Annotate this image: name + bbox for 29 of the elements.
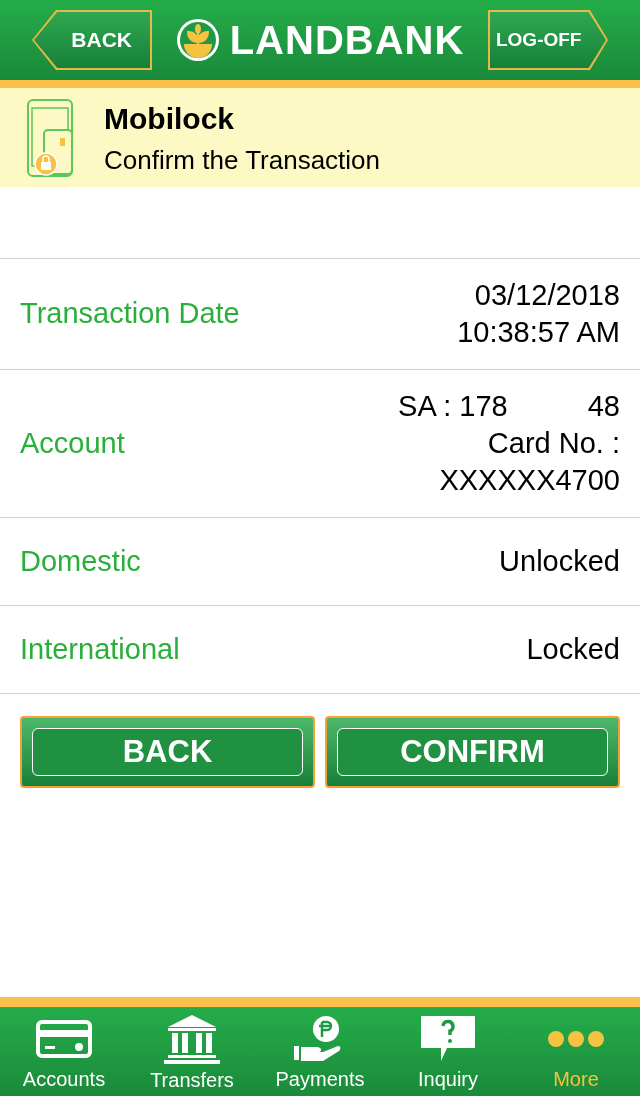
phone-lock-icon bbox=[26, 97, 76, 178]
field-value: Card No. : bbox=[487, 426, 620, 461]
logo-icon bbox=[175, 18, 220, 62]
bank-icon bbox=[164, 1013, 220, 1065]
action-button[interactable]: CONFIRM bbox=[325, 716, 620, 788]
nav-tab[interactable]: Payments bbox=[256, 1007, 384, 1096]
more-icon bbox=[548, 1029, 604, 1048]
field-label: International bbox=[20, 631, 180, 667]
field-value: Unlocked bbox=[499, 544, 620, 579]
field-label: Transaction Date bbox=[20, 296, 240, 332]
field-value: 10:38:57 AM bbox=[457, 315, 620, 350]
banner-subtitle: Confirm the Transaction bbox=[104, 143, 380, 177]
field-label: Domestic bbox=[20, 543, 141, 579]
action-button[interactable]: BACK bbox=[20, 716, 315, 788]
field-value: 03/12/2018 bbox=[474, 278, 620, 313]
logo-text: LANDBANK bbox=[229, 17, 465, 64]
card-icon bbox=[35, 1018, 93, 1059]
field-label: Account bbox=[20, 425, 125, 461]
nav-tab[interactable]: Transfers bbox=[128, 1007, 256, 1096]
log-off-button[interactable]: LOG-OFF bbox=[488, 10, 608, 70]
field-value: 48 bbox=[587, 389, 620, 424]
field-value: SA : 178 bbox=[398, 389, 508, 424]
field-value: XXXXXX4700 bbox=[439, 463, 620, 498]
banner-title: Mobilock bbox=[104, 100, 235, 137]
nav-tab[interactable]: Inquiry bbox=[384, 1007, 512, 1096]
field-value: Locked bbox=[526, 632, 620, 667]
back-button[interactable]: BACK bbox=[32, 10, 152, 70]
nav-tab[interactable]: Accounts bbox=[0, 1007, 128, 1096]
nav-tab[interactable]: More bbox=[512, 1007, 640, 1096]
